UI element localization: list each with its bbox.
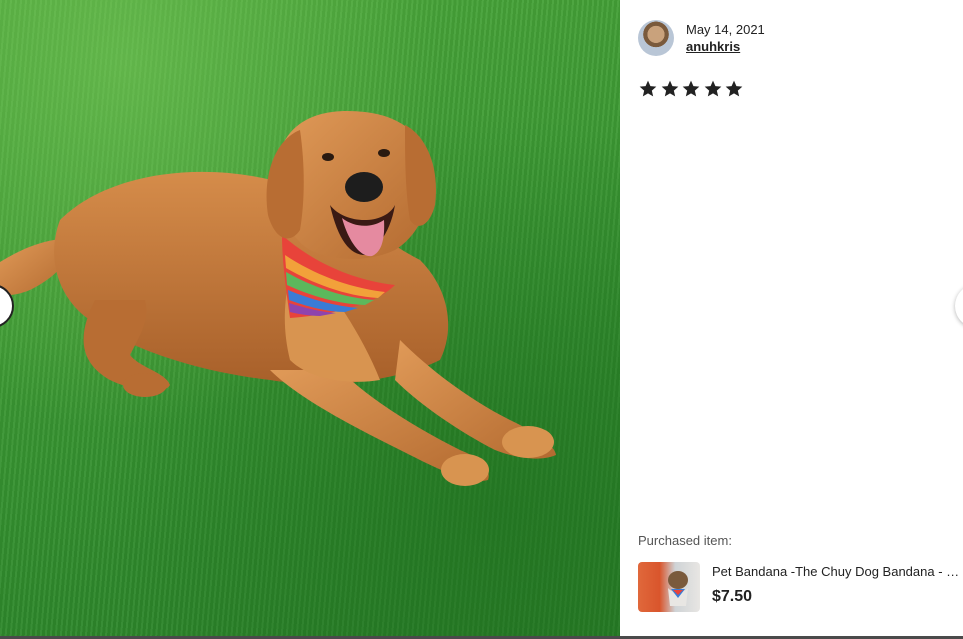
avatar[interactable]: [638, 20, 674, 56]
item-thumbnail[interactable]: [638, 562, 700, 612]
star-icon: [661, 80, 678, 97]
item-thumbnail-image: [668, 571, 688, 606]
item-price: $7.50: [712, 588, 753, 605]
dog-photo-illustration: [0, 110, 556, 486]
star-rating: [638, 79, 746, 99]
review-date: May 14, 2021: [686, 22, 765, 37]
star-icon: [725, 80, 743, 97]
star-icon: [639, 80, 657, 97]
star-icon: [704, 80, 721, 97]
purchased-item-link[interactable]: Pet Bandana -The Chuy Dog Bandana - Mexi…: [638, 562, 963, 612]
star-icon: [682, 80, 700, 97]
item-title[interactable]: Pet Bandana -The Chuy Dog Bandana - Mexi…: [712, 562, 963, 582]
review-panel: May 14, 2021 anuhkris Purchased item: Pe…: [620, 0, 963, 636]
review-photo: [0, 0, 620, 636]
purchased-item-label: Purchased item:: [638, 533, 732, 548]
reviewer-header: May 14, 2021 anuhkris: [638, 20, 765, 56]
reviewer-name-link[interactable]: anuhkris: [686, 38, 765, 55]
